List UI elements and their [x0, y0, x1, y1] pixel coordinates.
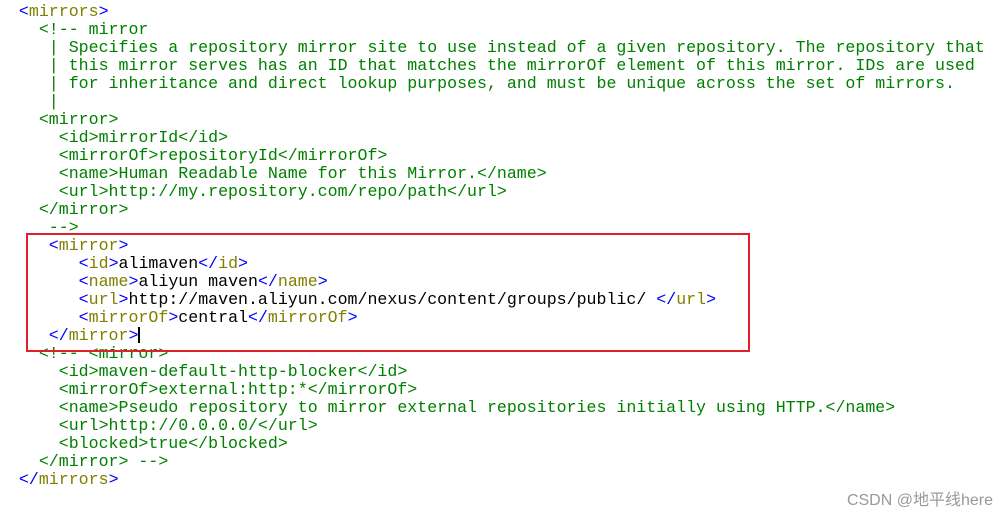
xml-comment: <id>mirrorId</id>: [58, 128, 229, 147]
xml-comment: <mirrorOf>external:http:*</mirrorOf>: [58, 380, 418, 399]
xml-comment: <name>Human Readable Name for this Mirro…: [58, 164, 547, 183]
code-line[interactable]: <mirror>: [0, 111, 985, 129]
code-line[interactable]: </mirror> -->: [0, 453, 985, 471]
xml-comment: </mirror> -->: [38, 452, 169, 471]
code-line[interactable]: <id>maven-default-http-blocker</id>: [0, 363, 985, 381]
code-line[interactable]: | for inheritance and direct lookup purp…: [0, 75, 985, 93]
xml-comment: <mirrorOf>repositoryId</mirrorOf>: [58, 146, 388, 165]
code-line[interactable]: <blocked>true</blocked>: [0, 435, 985, 453]
xml-comment: <mirror>: [38, 110, 119, 129]
code-line[interactable]: </mirror>: [0, 201, 985, 219]
xml-comment: |: [48, 92, 59, 111]
code-line[interactable]: | this mirror serves has an ID that matc…: [0, 57, 985, 75]
xml-comment: | Specifies a repository mirror site to …: [48, 38, 985, 57]
xml-comment: <url>http://0.0.0.0/</url>: [58, 416, 318, 435]
xml-bracket: >: [98, 2, 109, 21]
code-line[interactable]: <url>http://my.repository.com/repo/path<…: [0, 183, 985, 201]
highlight-box: [26, 233, 750, 352]
xml-comment: | for inheritance and direct lookup purp…: [48, 74, 955, 93]
xml-bracket: <: [18, 2, 29, 21]
code-line[interactable]: <mirrorOf>repositoryId</mirrorOf>: [0, 147, 985, 165]
xml-tag-name: mirrors: [28, 2, 99, 21]
code-line[interactable]: |: [0, 93, 985, 111]
code-line[interactable]: <url>http://0.0.0.0/</url>: [0, 417, 985, 435]
code-line[interactable]: <mirrors>: [0, 3, 985, 21]
xml-comment: <blocked>true</blocked>: [58, 434, 288, 453]
code-line[interactable]: <name>Human Readable Name for this Mirro…: [0, 165, 985, 183]
xml-bracket: >: [108, 470, 119, 489]
xml-bracket: </: [18, 470, 39, 489]
xml-comment: <name>Pseudo repository to mirror extern…: [58, 398, 896, 417]
xml-comment: | this mirror serves has an ID that matc…: [48, 56, 975, 75]
code-line[interactable]: <!-- mirror: [0, 21, 985, 39]
xml-tag-name: mirrors: [38, 470, 109, 489]
watermark: CSDN @地平线here: [846, 492, 993, 509]
code-line[interactable]: </mirrors>: [0, 471, 985, 489]
code-line[interactable]: | Specifies a repository mirror site to …: [0, 39, 985, 57]
code-line[interactable]: [0, 489, 985, 507]
code-line[interactable]: <mirrorOf>external:http:*</mirrorOf>: [0, 381, 985, 399]
code-line[interactable]: <name>Pseudo repository to mirror extern…: [0, 399, 985, 417]
xml-comment: <!-- mirror: [38, 20, 149, 39]
code-line[interactable]: <id>mirrorId</id>: [0, 129, 985, 147]
xml-comment: <url>http://my.repository.com/repo/path<…: [58, 182, 507, 201]
xml-comment: <id>maven-default-http-blocker</id>: [58, 362, 408, 381]
xml-comment: </mirror>: [38, 200, 129, 219]
